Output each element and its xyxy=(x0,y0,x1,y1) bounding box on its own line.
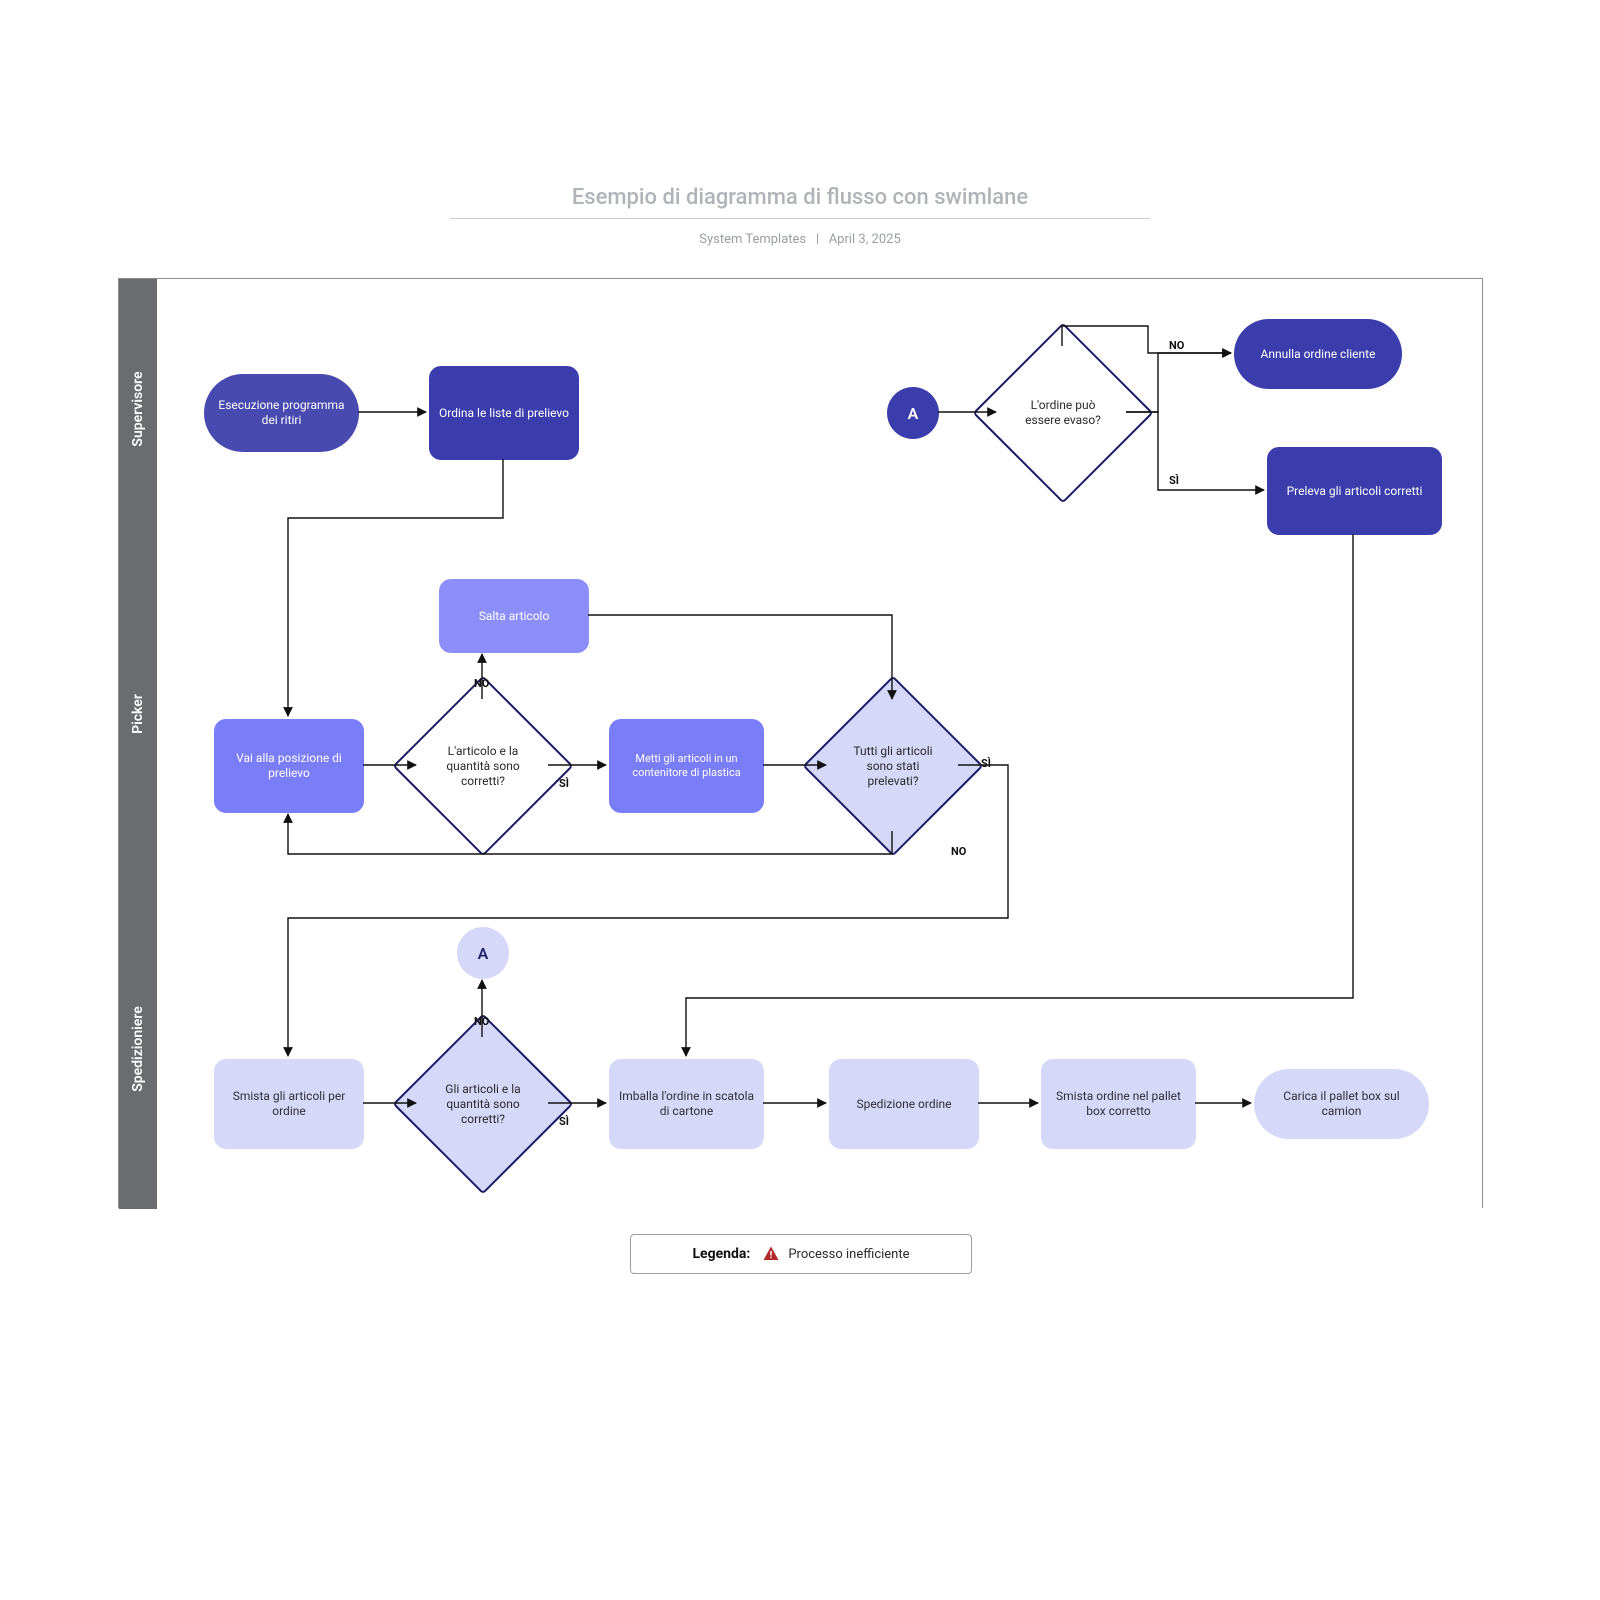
node-skip[interactable]: Salta articolo xyxy=(439,579,589,653)
legend-item-label: Processo inefficiente xyxy=(788,1247,909,1262)
title-underline xyxy=(450,218,1150,219)
node-pick-correct[interactable]: Preleva gli articoli corretti xyxy=(1267,447,1442,535)
node-pick-correct-label: Preleva gli articoli corretti xyxy=(1287,484,1423,499)
node-a-ref-label: A xyxy=(908,404,919,423)
label-no-2: NO xyxy=(474,677,489,690)
lane-head-picker: Picker xyxy=(119,539,157,889)
diagram-canvas: Esempio di diagramma di flusso con swiml… xyxy=(0,0,1600,1600)
node-load-label: Carica il pallet box sul camion xyxy=(1262,1089,1421,1119)
node-goto-label: Vai alla posizione di prelievo xyxy=(222,751,356,781)
subtitle-date: April 3, 2025 xyxy=(829,232,901,247)
label-no-3: NO xyxy=(951,845,966,858)
node-skip-label: Salta articolo xyxy=(479,609,550,624)
node-goto[interactable]: Vai alla posizione di prelievo xyxy=(214,719,364,813)
node-a-back-label: A xyxy=(478,944,489,963)
lane-body-picker xyxy=(157,539,1482,889)
node-tote[interactable]: Metti gli articoli in un contenitore di … xyxy=(609,719,764,813)
diagram-title: Esempio di diagramma di flusso con swiml… xyxy=(0,185,1600,210)
lane-label-spedizioniere: Spedizioniere xyxy=(130,1006,146,1092)
node-ship-label: Spedizione ordine xyxy=(856,1097,951,1112)
label-no-4: NO xyxy=(474,1015,489,1028)
node-pack-label: Imballa l'ordine in scatola di cartone xyxy=(617,1089,756,1119)
node-all-picked-label: Tutti gli articoli sono stati prelevati? xyxy=(837,744,949,789)
node-cancel[interactable]: Annulla ordine cliente xyxy=(1234,319,1402,389)
node-start-label: Esecuzione programma dei ritiri xyxy=(212,398,351,428)
node-can-fill[interactable]: L'ordine può essere evaso? xyxy=(999,349,1127,477)
node-items-ok2-label: Gli articoli e la quantità sono corretti… xyxy=(427,1082,539,1127)
subtitle-author: System Templates xyxy=(699,232,806,247)
node-can-fill-label: L'ordine può essere evaso? xyxy=(1007,398,1119,428)
label-yes-3: SÌ xyxy=(981,757,991,770)
node-sort-order-label: Smista gli articoli per ordine xyxy=(222,1089,356,1119)
node-sort-order[interactable]: Smista gli articoli per ordine xyxy=(214,1059,364,1149)
subtitle-sep: | xyxy=(809,232,825,247)
swimlane-container: Supervisore Picker Spedizioniere Esecuzi… xyxy=(118,278,1483,1208)
label-yes-2: SÌ xyxy=(559,777,569,790)
node-pack[interactable]: Imballa l'ordine in scatola di cartone xyxy=(609,1059,764,1149)
node-ship[interactable]: Spedizione ordine xyxy=(829,1059,979,1149)
lane-head-supervisore: Supervisore xyxy=(119,279,157,539)
node-item-ok-label: L'articolo e la quantità sono corretti? xyxy=(427,744,539,789)
legend-item: Processo inefficiente xyxy=(762,1245,909,1263)
node-sort-lists[interactable]: Ordina le liste di prelievo xyxy=(429,366,579,460)
label-yes-4: SÌ xyxy=(559,1115,569,1128)
node-all-picked[interactable]: Tutti gli articoli sono stati prelevati? xyxy=(829,702,957,830)
node-load[interactable]: Carica il pallet box sul camion xyxy=(1254,1069,1429,1139)
node-sort-lists-label: Ordina le liste di prelievo xyxy=(439,406,569,421)
node-a-ref[interactable]: A xyxy=(887,387,939,439)
lane-body-spedizioniere xyxy=(157,889,1482,1209)
node-item-ok[interactable]: L'articolo e la quantità sono corretti? xyxy=(419,702,547,830)
label-yes-1: SÌ xyxy=(1169,474,1179,487)
legend-title: Legenda: xyxy=(692,1246,750,1262)
lane-label-picker: Picker xyxy=(130,694,146,734)
node-a-back[interactable]: A xyxy=(457,927,509,979)
lane-head-spedizioniere: Spedizioniere xyxy=(119,889,157,1209)
warning-icon xyxy=(762,1245,780,1263)
lane-label-supervisore: Supervisore xyxy=(130,371,146,446)
node-tote-label: Metti gli articoli in un contenitore di … xyxy=(617,752,756,780)
node-sort-pallet[interactable]: Smista ordine nel pallet box corretto xyxy=(1041,1059,1196,1149)
legend: Legenda: Processo inefficiente xyxy=(630,1234,972,1274)
node-sort-pallet-label: Smista ordine nel pallet box corretto xyxy=(1049,1089,1188,1119)
diagram-subtitle: System Templates | April 3, 2025 xyxy=(0,232,1600,247)
node-items-ok2[interactable]: Gli articoli e la quantità sono corretti… xyxy=(419,1040,547,1168)
label-no-1: NO xyxy=(1169,339,1184,352)
node-start[interactable]: Esecuzione programma dei ritiri xyxy=(204,374,359,452)
node-cancel-label: Annulla ordine cliente xyxy=(1261,347,1376,362)
